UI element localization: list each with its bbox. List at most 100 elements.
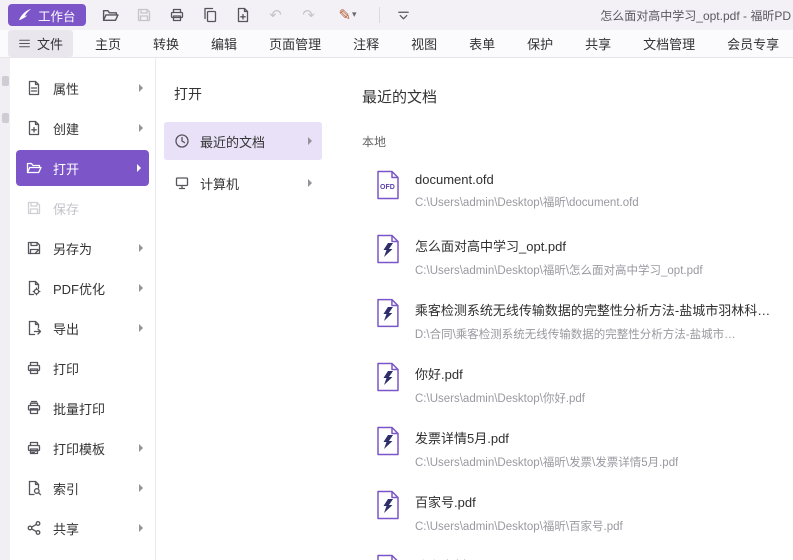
recent-file-row[interactable]: 乘客检测系统无线传输数据的完整性分析方法-盐城市羽林科技… D:\合同\乘客检测… [330, 292, 793, 356]
file-menu-label: 共享 [53, 519, 79, 538]
file-path: C:\Users\admin\Desktop\福昕\document.ofd [415, 194, 639, 210]
toolbar-more-button[interactable] [389, 2, 419, 28]
recent-file-row[interactable]: 稿定素材-806381.pdf [330, 548, 793, 560]
save-icon [26, 200, 42, 216]
file-menu-label: 属性 [53, 79, 79, 98]
save-as-icon [26, 240, 42, 256]
open-icon [26, 160, 42, 176]
foxit-pdf-window: 工作台 [0, 0, 793, 560]
menu-item-home[interactable]: 主页 [95, 34, 121, 53]
open-item-recent-documents[interactable]: 最近的文档 [164, 122, 322, 160]
recent-file-row[interactable]: 怎么面对高中学习_opt.pdf C:\Users\admin\Desktop\… [330, 228, 793, 292]
submenu-arrow-icon [139, 444, 143, 452]
submenu-arrow-icon [308, 179, 312, 187]
save-icon [136, 7, 152, 23]
pen-tool-button[interactable]: ✎ ▾ [327, 2, 369, 28]
recent-file-row[interactable]: OFD document.ofd C:\Users\admin\Desktop\… [330, 164, 793, 228]
file-menu-label: 打印 [53, 359, 79, 378]
file-name: document.ofd [415, 172, 639, 187]
create-icon [26, 120, 42, 136]
file-menu-label: 导出 [53, 319, 79, 338]
file-menu-label: PDF优化 [53, 279, 105, 298]
pdf-file-icon [376, 234, 400, 264]
recent-file-row[interactable]: 你好.pdf C:\Users\admin\Desktop\你好.pdf [330, 356, 793, 420]
pdf-file-icon [376, 298, 400, 328]
local-section-label: 本地 [362, 133, 793, 150]
file-menu-item-share[interactable]: 共享 [10, 508, 155, 548]
document-title: 怎么面对高中学习_opt.pdf - 福昕PD [600, 7, 793, 24]
ofd-file-icon: OFD [376, 170, 400, 200]
file-menu-label: 索引 [53, 479, 79, 498]
menu-item-view[interactable]: 视图 [411, 34, 437, 53]
recent-file-row[interactable]: 百家号.pdf C:\Users\admin\Desktop\福昕\百家号.pd… [330, 484, 793, 548]
file-path: C:\Users\admin\Desktop\福昕\怎么面对高中学习_opt.p… [415, 262, 703, 278]
file-name: 稿定素材-806381.pdf [415, 556, 536, 560]
open-item-label: 计算机 [200, 174, 239, 193]
export-icon [26, 320, 42, 336]
pdf-file-icon [376, 426, 400, 456]
page-plus-icon [235, 7, 251, 23]
file-menu-label: 创建 [53, 119, 79, 138]
open-file-button[interactable] [96, 2, 126, 28]
printer-icon [169, 7, 185, 23]
file-name: 你好.pdf [415, 364, 585, 383]
create-pdf-button[interactable] [228, 2, 258, 28]
file-path: C:\Users\admin\Desktop\福昕\百家号.pdf [415, 518, 623, 534]
file-path: C:\Users\admin\Desktop\福昕\发票\发票详情5月.pdf [415, 454, 678, 470]
background-toolbar-strip [0, 58, 10, 560]
clock-icon [174, 133, 190, 149]
save-button[interactable] [129, 2, 159, 28]
print-template-icon [26, 440, 42, 456]
copy-pages-button[interactable] [195, 2, 225, 28]
submenu-arrow-icon [139, 124, 143, 132]
submenu-arrow-icon [308, 137, 312, 145]
print-button[interactable] [162, 2, 192, 28]
recent-file-row[interactable]: 发票详情5月.pdf C:\Users\admin\Desktop\福昕\发票\… [330, 420, 793, 484]
submenu-arrow-icon [137, 164, 141, 172]
pdf-optimize-icon [26, 280, 42, 296]
redo-button[interactable]: ↷ [294, 2, 324, 28]
undo-button[interactable]: ↶ [261, 2, 291, 28]
menu-item-convert[interactable]: 转换 [153, 34, 179, 53]
file-menu-item-print-template[interactable]: 打印模板 [10, 428, 155, 468]
file-menu-item-index[interactable]: 索引 [10, 468, 155, 508]
file-menu-item-save-as[interactable]: 另存为 [10, 228, 155, 268]
menu-item-page-manage[interactable]: 页面管理 [269, 34, 321, 53]
menu-item-doc-manage[interactable]: 文档管理 [643, 34, 695, 53]
pdf-file-icon [376, 362, 400, 392]
menu-item-member[interactable]: 会员专享 [727, 34, 779, 53]
file-menu-item-create[interactable]: 创建 [10, 108, 155, 148]
menu-item-edit[interactable]: 编辑 [211, 34, 237, 53]
file-menu-item-print[interactable]: 打印 [10, 348, 155, 388]
file-menu-overlay: 属性 创建 打开 [0, 58, 793, 560]
share-icon [26, 520, 42, 536]
file-menu-item-batch-print[interactable]: 批量打印 [10, 388, 155, 428]
print-icon [26, 360, 42, 376]
batch-print-icon [26, 400, 42, 416]
menu-file-button[interactable]: 文件 [8, 30, 73, 57]
background-icon-fragment [2, 76, 9, 86]
submenu-arrow-icon [139, 524, 143, 532]
open-panel-title: 打开 [174, 84, 330, 104]
menu-item-protect[interactable]: 保护 [527, 34, 553, 53]
file-menu-item-save[interactable]: 保存 [10, 188, 155, 228]
file-menu-item-properties[interactable]: 属性 [10, 68, 155, 108]
file-menu-item-pdf-optimize[interactable]: PDF优化 [10, 268, 155, 308]
menu-item-form[interactable]: 表单 [469, 34, 495, 53]
open-item-computer[interactable]: 计算机 [164, 164, 322, 202]
menu-file-label: 文件 [37, 34, 63, 53]
file-name: 百家号.pdf [415, 492, 623, 511]
workspace-button[interactable]: 工作台 [8, 4, 86, 26]
index-icon [26, 480, 42, 496]
file-path: C:\Users\admin\Desktop\你好.pdf [415, 390, 585, 406]
file-menu-item-export[interactable]: 导出 [10, 308, 155, 348]
collapse-toolbar-icon [396, 8, 411, 23]
svg-text:OFD: OFD [380, 184, 395, 191]
menu-item-comment[interactable]: 注释 [353, 34, 379, 53]
menu-item-share[interactable]: 共享 [585, 34, 611, 53]
workspace-button-label: 工作台 [38, 6, 76, 25]
file-menu-label: 打开 [53, 159, 79, 178]
file-menu-item-open[interactable]: 打开 [16, 150, 149, 186]
submenu-arrow-icon [139, 84, 143, 92]
background-icon-fragment [2, 113, 9, 123]
